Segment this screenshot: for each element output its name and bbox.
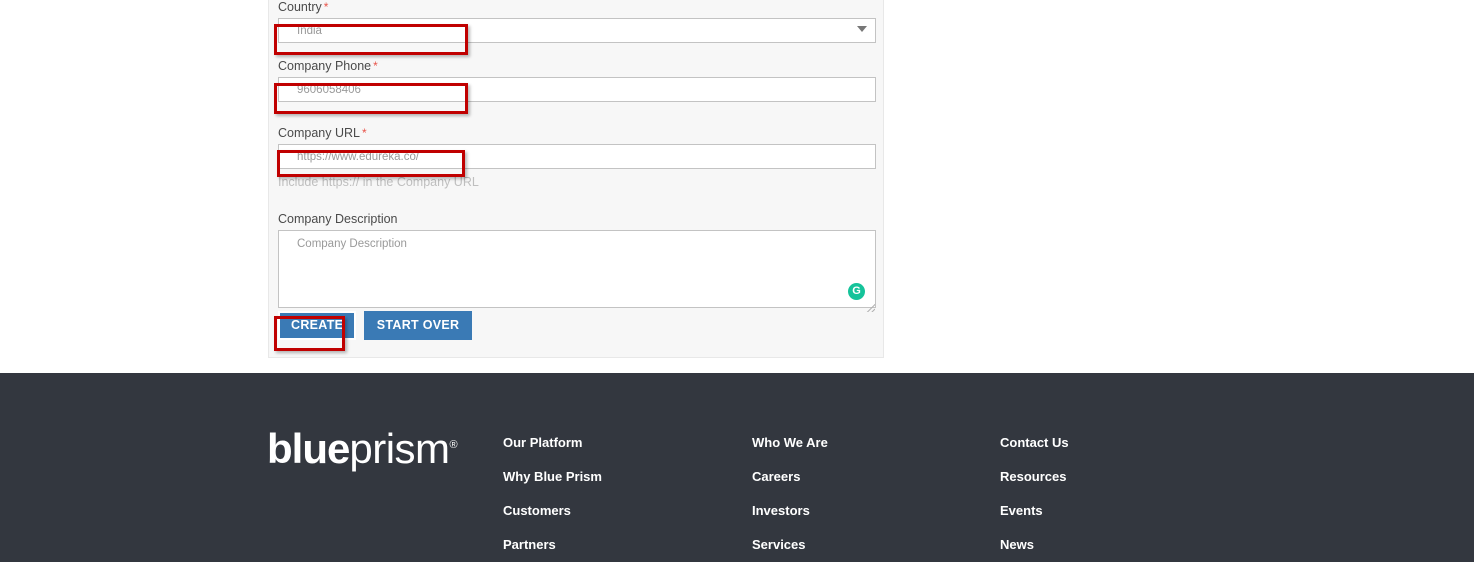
company-phone-input[interactable] (278, 77, 876, 102)
footer-column-company: Who We Are Careers Investors Services (752, 435, 828, 571)
field-group-company-description: Company Description G (278, 212, 876, 313)
footer-link-resources[interactable]: Resources (1000, 469, 1069, 485)
footer-link-contact-us[interactable]: Contact Us (1000, 435, 1069, 451)
company-phone-label-text: Company Phone (278, 59, 372, 73)
footer-column-connect: Contact Us Resources Events News (1000, 435, 1069, 571)
footer-link-customers[interactable]: Customers (503, 503, 602, 519)
company-url-input[interactable] (278, 144, 876, 169)
country-label-text: Country (278, 0, 322, 14)
company-description-label: Company Description (278, 212, 876, 226)
start-over-button[interactable]: START OVER (363, 311, 473, 340)
resize-grip-icon[interactable] (864, 301, 875, 312)
footer-link-partners[interactable]: Partners (503, 537, 602, 553)
site-footer (0, 373, 1474, 562)
footer-link-events[interactable]: Events (1000, 503, 1069, 519)
field-group-company-url: Company URL* Include https:// in the Com… (278, 126, 876, 189)
company-url-label-text: Company URL (278, 126, 360, 140)
company-url-help-text: Include https:// in the Company URL (278, 175, 479, 189)
footer-column-platform: Our Platform Why Blue Prism Customers Pa… (503, 435, 602, 571)
footer-link-who-we-are[interactable]: Who We Are (752, 435, 828, 451)
country-label: Country * (278, 0, 876, 14)
company-description-wrapper: G (278, 230, 876, 313)
footer-link-services[interactable]: Services (752, 537, 828, 553)
blueprism-logo: blueprism® (267, 424, 458, 470)
country-select-wrapper[interactable] (278, 18, 876, 43)
footer-link-news[interactable]: News (1000, 537, 1069, 553)
country-select[interactable] (278, 18, 876, 43)
footer-link-our-platform[interactable]: Our Platform (503, 435, 602, 451)
company-description-label-text: Company Description (278, 212, 398, 226)
create-button[interactable]: CREATE (278, 311, 357, 340)
company-registration-form-panel: Country* Company Phone* Company URL* Inc… (268, 0, 884, 358)
company-description-input[interactable] (278, 230, 876, 308)
footer-link-investors[interactable]: Investors (752, 503, 828, 519)
form-button-row: CREATE START OVER (278, 311, 473, 340)
logo-light-text: prism (349, 425, 450, 472)
company-url-label: Company URL * (278, 126, 876, 140)
logo-bold-text: blue (267, 425, 350, 472)
field-group-country: Country * (278, 0, 876, 43)
company-phone-required-asterisk: * (373, 59, 378, 73)
country-required-asterisk: * (323, 0, 329, 14)
footer-link-careers[interactable]: Careers (752, 469, 828, 485)
footer-link-why-blue-prism[interactable]: Why Blue Prism (503, 469, 602, 485)
field-group-company-phone: Company Phone * (278, 59, 876, 102)
company-phone-label: Company Phone * (278, 59, 876, 73)
grammarly-icon[interactable]: G (848, 283, 865, 300)
registered-trademark-icon: ® (449, 439, 458, 451)
company-url-required-asterisk: * (361, 126, 367, 140)
